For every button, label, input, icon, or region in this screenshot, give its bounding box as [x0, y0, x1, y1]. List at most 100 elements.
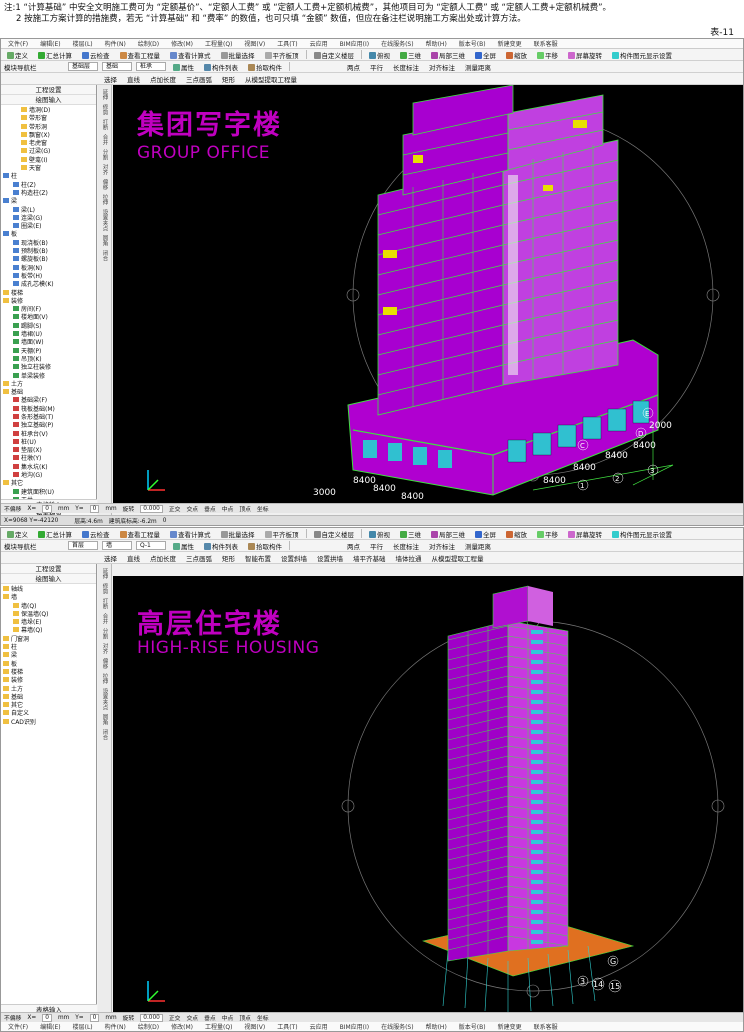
tree-item[interactable]: 板: [3, 231, 96, 239]
menu-item[interactable]: 云应用: [307, 1021, 331, 1031]
menu-item[interactable]: 文件(F): [5, 39, 31, 49]
length-dim-button[interactable]: 长度标注: [390, 540, 422, 551]
toolbar-button[interactable]: 俯视: [366, 528, 393, 539]
toolbar-button[interactable]: 平齐板顶: [262, 528, 302, 539]
tree-item[interactable]: 楼地面(V): [3, 314, 96, 322]
draw-tool-button[interactable]: 智能布置: [242, 552, 274, 563]
tree-item[interactable]: 楼梯: [3, 289, 96, 298]
draw-tool-button[interactable]: 直线: [124, 73, 143, 84]
parallel-button[interactable]: 平行: [367, 61, 386, 72]
menu-item[interactable]: 绘制(D): [135, 39, 162, 49]
toolbar-button[interactable]: 局部三维: [428, 49, 468, 60]
draw-tool-button[interactable]: 点加长度: [147, 73, 179, 84]
component-select[interactable]: 桩承: [136, 62, 166, 71]
tree-item[interactable]: 基础: [3, 389, 96, 397]
tree-item[interactable]: 飘窗(X): [3, 131, 96, 140]
tree-item[interactable]: 预制板(B): [3, 248, 96, 256]
tree-item[interactable]: 墙(Q): [3, 602, 96, 611]
status-item[interactable]: Y=: [75, 506, 83, 512]
tree-item[interactable]: 墙垛(E): [3, 619, 96, 627]
edit-tool[interactable]: 延伸: [101, 89, 109, 100]
status-item[interactable]: 垂点: [204, 504, 216, 513]
toolbar-button[interactable]: 平移: [534, 528, 561, 539]
menu-item[interactable]: 楼层(L): [70, 39, 96, 49]
menu-item[interactable]: 视图(V): [241, 39, 268, 49]
edit-tool[interactable]: 闭合: [101, 250, 109, 261]
tree-item[interactable]: 柱墩(Y): [3, 455, 96, 463]
menu-item[interactable]: 视图(V): [241, 1021, 268, 1031]
toolbar-button[interactable]: 缩放: [503, 49, 530, 60]
edit-tool[interactable]: 设置夹点: [101, 688, 109, 710]
3d-viewport[interactable]: 高层住宅楼 HIGH-RISE HOUSING 3 14 15 G: [113, 576, 743, 1016]
menu-item[interactable]: 工具(T): [274, 1021, 300, 1031]
tree-item[interactable]: 梁: [3, 198, 96, 206]
toolbar-button[interactable]: 查看计算式: [167, 49, 214, 60]
component-list-button[interactable]: 构件列表: [201, 540, 241, 551]
tree-item[interactable]: 踢脚(S): [3, 322, 96, 331]
tree-item[interactable]: 独立基础(P): [3, 422, 96, 430]
floor-select[interactable]: 基础层: [68, 62, 98, 71]
menu-item[interactable]: 修改(M): [168, 39, 196, 49]
menu-item[interactable]: 楼层(L): [70, 1021, 96, 1031]
align-dim-button[interactable]: 对齐标注: [426, 540, 458, 551]
parallel-button[interactable]: 平行: [367, 540, 386, 551]
toolbar-button[interactable]: 缩放: [503, 528, 530, 539]
toolbar-button[interactable]: 批量选择: [218, 49, 258, 60]
status-item[interactable]: X=: [27, 1015, 36, 1021]
draw-tool-button[interactable]: 选择: [101, 552, 120, 563]
toolbar-button[interactable]: 平移: [534, 49, 561, 60]
edit-tool[interactable]: 合并: [101, 134, 109, 145]
pick-component-button[interactable]: 拾取构件: [245, 540, 285, 551]
draw-tool-button[interactable]: 从模型提取工程量: [429, 552, 487, 563]
toolbar-button[interactable]: 三维: [397, 528, 424, 539]
menu-item[interactable]: 文件(F): [5, 1021, 31, 1031]
status-item[interactable]: 旋转: [123, 504, 135, 513]
edit-tool[interactable]: 修剪: [101, 583, 109, 594]
component-list-button[interactable]: 构件列表: [201, 61, 241, 72]
menu-item[interactable]: 工程量(Q): [202, 1021, 235, 1031]
toolbar-button[interactable]: 汇总计算: [35, 49, 75, 60]
tree-item[interactable]: 单梁装修: [3, 372, 96, 381]
number-field[interactable]: 0.000: [140, 504, 163, 513]
status-item[interactable]: mm: [105, 1015, 116, 1021]
tree-item[interactable]: 柱: [3, 173, 96, 181]
draw-tool-button[interactable]: 三点画弧: [183, 73, 215, 84]
tree-item[interactable]: 墙: [3, 594, 96, 602]
menu-item[interactable]: 绘制(D): [135, 1021, 162, 1031]
toolbar-button[interactable]: 定义: [4, 528, 31, 539]
tree-item[interactable]: CAD识别: [3, 718, 96, 727]
length-dim-button[interactable]: 长度标注: [390, 61, 422, 72]
edit-tool[interactable]: 拉伸: [101, 194, 109, 205]
menu-item[interactable]: 版本号(B): [456, 1021, 489, 1031]
tree-item[interactable]: 柱(Z): [3, 181, 96, 190]
edit-tool[interactable]: 圆角: [101, 714, 109, 725]
edit-tool[interactable]: 合并: [101, 613, 109, 624]
edit-tool[interactable]: 对齐: [101, 164, 109, 175]
tree-item[interactable]: 桩(U): [3, 438, 96, 447]
draw-tool-button[interactable]: 墙平齐基础: [350, 552, 389, 563]
edit-tool[interactable]: 延伸: [101, 568, 109, 579]
tree-item[interactable]: 桩承台(V): [3, 430, 96, 439]
menu-item[interactable]: 版本号(B): [456, 39, 489, 49]
toolbar-button[interactable]: 构件图元显示设置: [609, 528, 675, 539]
toolbar-button[interactable]: 自定义楼层: [311, 49, 358, 60]
tree-item[interactable]: 天棚(P): [3, 347, 96, 356]
status-item[interactable]: X=: [27, 506, 36, 512]
tree-item[interactable]: 梁(L): [3, 206, 96, 215]
edit-tool[interactable]: 打断: [101, 598, 109, 609]
edit-tool[interactable]: 分割: [101, 628, 109, 639]
3d-viewport[interactable]: 集团写字楼 GROUP OFFICE 2000 8400 8400 8400 8…: [113, 85, 743, 503]
tree-item[interactable]: 筏板基础(M): [3, 405, 96, 414]
toolbar-button[interactable]: 构件图元显示设置: [609, 49, 675, 60]
menu-item[interactable]: 帮助(H): [423, 1021, 450, 1031]
tree-item[interactable]: 装修: [3, 297, 96, 306]
toolbar-button[interactable]: 查看工程量: [117, 528, 164, 539]
align-dim-button[interactable]: 对齐标注: [426, 61, 458, 72]
tree-item[interactable]: 吊顶(K): [3, 355, 96, 364]
edit-tool[interactable]: 分割: [101, 149, 109, 160]
toolbar-button[interactable]: 自定义楼层: [311, 528, 358, 539]
drawing-input-button[interactable]: 绘图输入: [1, 95, 96, 105]
floor-select[interactable]: 首层: [68, 541, 98, 550]
number-field[interactable]: 0: [89, 504, 100, 513]
menu-item[interactable]: 新建变更: [495, 39, 525, 49]
